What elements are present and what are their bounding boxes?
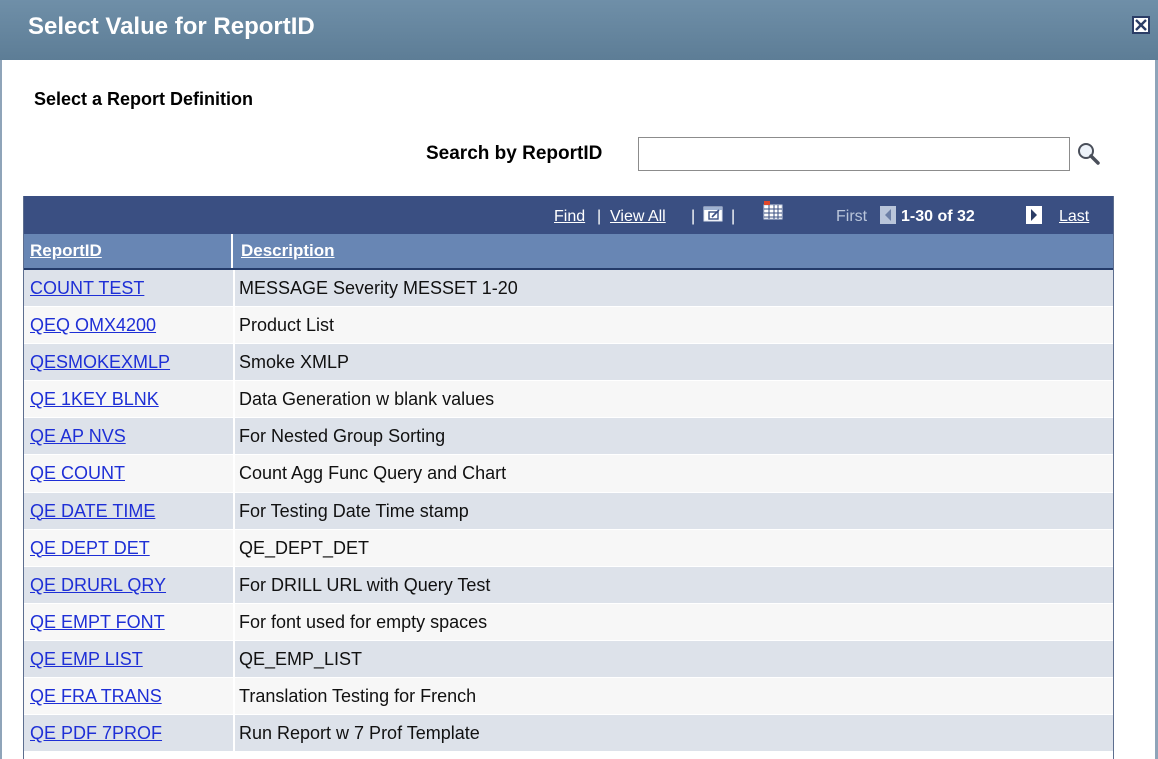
table-row: QE DEPT DET QE_DEPT_DET [24,529,1113,567]
table-row: QE FRA TRANS Translation Testing for Fre… [24,678,1113,716]
search-input[interactable] [638,137,1070,171]
nav-separator: | [731,208,736,225]
description-cell: Product List [239,315,335,336]
description-cell: Translation Testing for French [239,686,477,707]
reportid-link[interactable]: QE DATE TIME [30,493,155,530]
results-grid: Find | View All | | First 1-30 of 32 Las… [23,196,1114,759]
search-button[interactable] [1075,140,1103,168]
reportid-link[interactable]: QESMOKEXMLP [30,344,170,381]
download-spreadsheet-icon[interactable] [762,200,786,222]
description-cell: QE_DEPT_DET [239,537,370,558]
description-cell: For font used for empty spaces [239,611,488,632]
reportid-link[interactable]: QE DEPT DET [30,530,150,567]
table-row: QE DRURL QRY For DRILL URL with Query Te… [24,566,1113,604]
dialog-title: Select Value for ReportID [28,13,315,40]
table-row: QE PDF 7PROF Run Report w 7 Prof Templat… [24,715,1113,753]
reportid-link[interactable]: QE DRURL QRY [30,567,166,604]
close-icon [1135,19,1147,31]
description-cell: Run Report w 7 Prof Template [239,723,480,744]
row-count: 1-30 of 32 [901,208,975,225]
column-header-row: ReportID Description [24,234,1113,270]
table-rows: COUNT TEST MESSAGE Severity MESSET 1-20 … [24,270,1113,753]
reportid-link[interactable]: QE AP NVS [30,418,126,455]
previous-page-icon[interactable] [880,206,896,224]
table-row: QE EMPT FONT For font used for empty spa… [24,603,1113,641]
nav-separator: | [597,208,602,225]
column-divider [233,270,235,759]
reportid-link[interactable]: QE FRA TRANS [30,678,162,715]
reportid-link[interactable]: QE PDF 7PROF [30,715,162,752]
dialog-frame-left [0,60,2,759]
find-link[interactable]: Find [554,208,585,226]
reportid-link[interactable]: QEQ OMX4200 [30,307,156,344]
table-row: QE AP NVS For Nested Group Sorting [24,418,1113,456]
first-label: First [836,208,868,225]
table-row: QESMOKEXMLP Smoke XMLP [24,344,1113,382]
description-cell: MESSAGE Severity MESSET 1-20 [239,278,518,298]
reportid-link[interactable]: QE 1KEY BLNK [30,381,159,418]
close-button[interactable] [1132,16,1150,34]
reportid-link[interactable]: QE COUNT [30,455,125,492]
next-page-icon[interactable] [1026,206,1042,224]
table-row: QEQ OMX4200 Product List [24,307,1113,345]
description-cell: Data Generation w blank values [239,389,495,410]
grid-navigation-bar: Find | View All | | First 1-30 of 32 Las… [24,196,1113,234]
last-link[interactable]: Last [1059,208,1089,226]
magnifier-icon [1078,143,1100,165]
table-row: QE DATE TIME For Testing Date Time stamp [24,492,1113,530]
table-row: QE 1KEY BLNK Data Generation w blank val… [24,381,1113,419]
reportid-link[interactable]: QE EMPT FONT [30,604,165,641]
reportid-link[interactable]: QE EMP LIST [30,641,143,678]
description-cell: For DRILL URL with Query Test [239,574,491,595]
table-row: QE EMP LIST QE_EMP_LIST [24,640,1113,679]
new-window-icon[interactable] [703,204,725,224]
description-cell: Count Agg Func Query and Chart [239,463,507,484]
description-cell: Smoke XMLP [239,352,350,373]
page-heading: Select a Report Definition [34,89,254,109]
description-cell: For Nested Group Sorting [239,426,446,447]
nav-separator: | [691,208,696,225]
column-header-reportid[interactable]: ReportID [24,234,233,268]
table-row: QE COUNT Count Agg Func Query and Chart [24,455,1113,493]
description-cell: For Testing Date Time stamp [239,500,469,521]
table-row: COUNT TEST MESSAGE Severity MESSET 1-20 [24,270,1113,308]
dialog-titlebar: Select Value for ReportID [0,0,1158,60]
search-label: Search by ReportID [426,143,603,164]
description-cell: QE_EMP_LIST [239,648,363,669]
column-header-description[interactable]: Description [235,234,1095,268]
view-all-link[interactable]: View All [610,208,666,226]
reportid-link[interactable]: COUNT TEST [30,270,144,307]
